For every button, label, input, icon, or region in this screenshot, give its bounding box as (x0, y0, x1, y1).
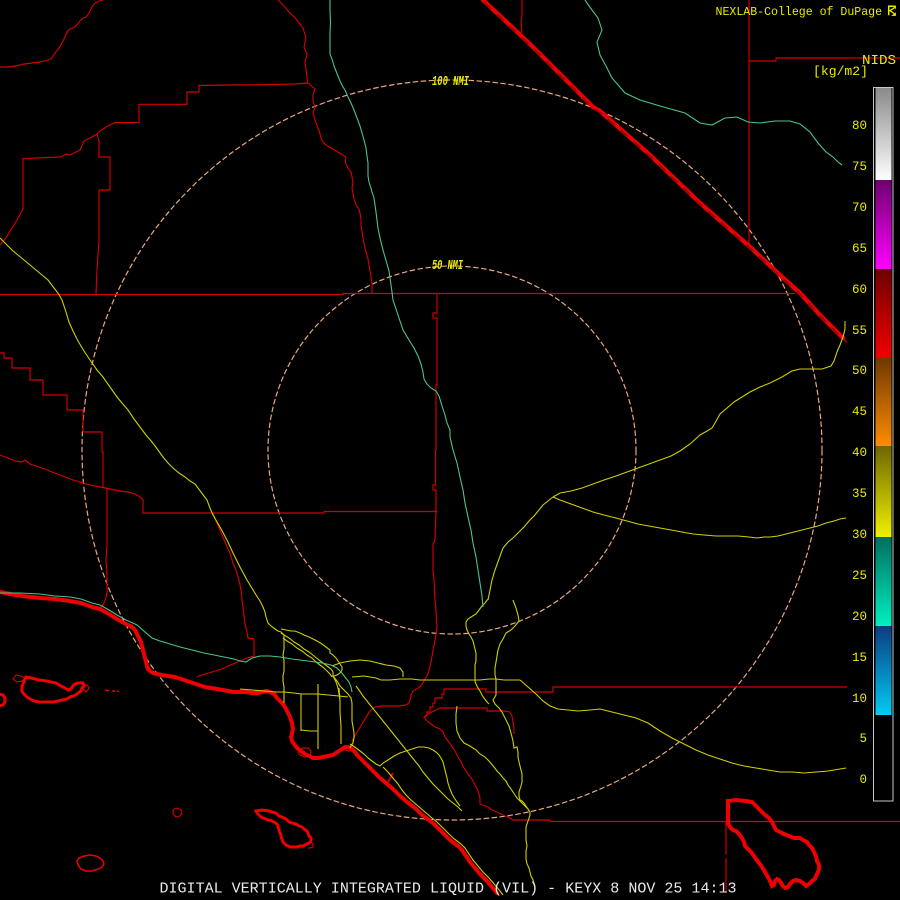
svg-text:45: 45 (852, 405, 867, 419)
svg-text:60: 60 (852, 283, 867, 297)
svg-text:65: 65 (852, 242, 867, 256)
svg-text:0: 0 (859, 773, 867, 787)
svg-text:80: 80 (852, 119, 867, 133)
svg-text:5: 5 (859, 732, 867, 746)
svg-text:30: 30 (852, 528, 867, 542)
svg-text:DIGITAL VERTICALLY INTEGRATED: DIGITAL VERTICALLY INTEGRATED LIQUID (VI… (160, 881, 737, 898)
svg-text:35: 35 (852, 487, 867, 501)
svg-text:40: 40 (852, 446, 867, 460)
svg-text:70: 70 (852, 201, 867, 215)
svg-text:25: 25 (852, 569, 867, 583)
svg-text:15: 15 (852, 651, 867, 665)
svg-text:50 NMI: 50 NMI (432, 258, 463, 274)
svg-text:55: 55 (852, 324, 867, 338)
svg-text:20: 20 (852, 610, 867, 624)
svg-text:10: 10 (852, 692, 867, 706)
svg-text:75: 75 (852, 160, 867, 174)
svg-text:NEXLAB-College of DuPage: NEXLAB-College of DuPage (716, 5, 883, 19)
svg-text:50: 50 (852, 364, 867, 378)
svg-text:[kg/m2]: [kg/m2] (813, 64, 868, 79)
svg-text:100 NMI: 100 NMI (432, 74, 469, 90)
